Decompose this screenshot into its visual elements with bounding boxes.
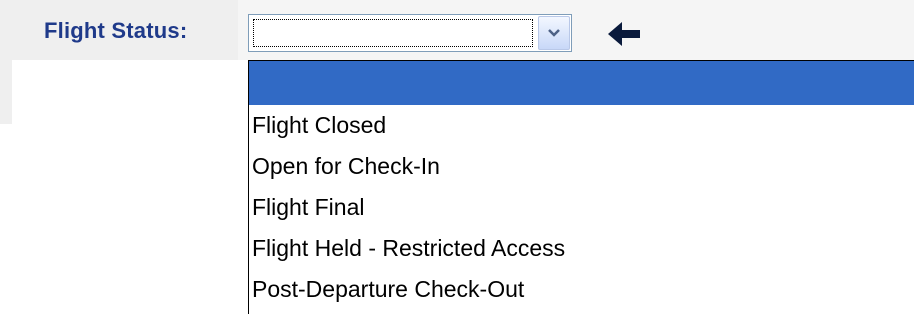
dropdown-option[interactable]: Flight Closed bbox=[249, 105, 914, 146]
arrow-left-icon[interactable] bbox=[606, 20, 642, 48]
label-cell-edge bbox=[0, 60, 12, 124]
dropdown-option[interactable]: Flight Held - Restricted Access bbox=[249, 228, 914, 269]
dropdown-option[interactable] bbox=[249, 61, 914, 105]
flight-status-options-list: Flight Closed Open for Check-In Flight Fin… bbox=[248, 60, 914, 314]
chevron-down-icon bbox=[548, 29, 560, 37]
dropdown-option[interactable]: Post-Departure Check-Out bbox=[249, 269, 914, 310]
flight-status-selected-value[interactable] bbox=[253, 19, 533, 47]
flight-status-label: Flight Status: bbox=[44, 18, 188, 43]
dropdown-option[interactable]: Open for Check-In bbox=[249, 146, 914, 187]
flight-status-form: Flight Status: Flight Closed Open for Che… bbox=[0, 0, 914, 314]
flight-status-select[interactable] bbox=[248, 14, 572, 52]
dropdown-toggle-button[interactable] bbox=[538, 16, 570, 50]
dropdown-option[interactable]: Flight Final bbox=[249, 187, 914, 228]
